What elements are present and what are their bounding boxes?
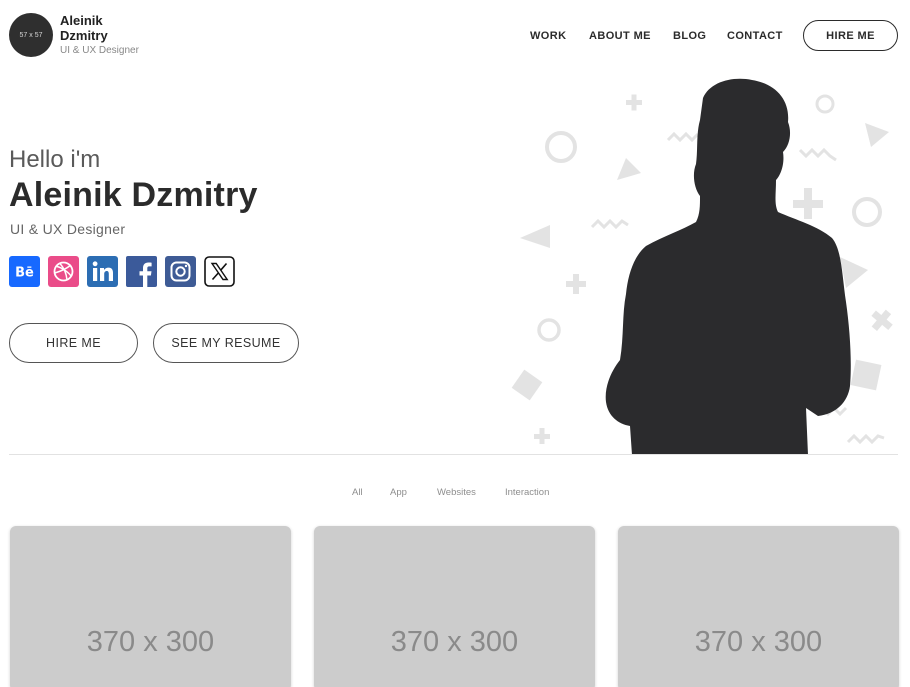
hero-role: UI & UX Designer xyxy=(10,221,126,237)
triangle-icon xyxy=(520,225,550,248)
social-links: Bē xyxy=(9,256,243,287)
nav-blog[interactable]: BLOG xyxy=(673,30,706,42)
svg-text:Bē: Bē xyxy=(15,266,34,281)
plus-icon xyxy=(626,94,642,111)
brand-subtitle: UI & UX Designer xyxy=(60,45,139,56)
x-icon[interactable] xyxy=(204,256,235,287)
logo-avatar[interactable]: 57 x 57 xyxy=(9,13,53,57)
filter-app[interactable]: App xyxy=(390,487,407,498)
card-placeholder-label: 370 x 300 xyxy=(390,626,519,658)
plus-icon xyxy=(871,309,893,331)
hire-me-nav-button[interactable]: HIRE ME xyxy=(803,20,898,51)
filter-all[interactable]: All xyxy=(352,487,363,498)
portfolio-card[interactable]: 370 x 300 xyxy=(618,526,899,687)
person-silhouette xyxy=(605,78,851,455)
plus-icon xyxy=(534,428,550,444)
square-icon xyxy=(850,359,882,391)
site-header: 57 x 57 Aleinik Dzmitry UI & UX Designer… xyxy=(0,0,910,72)
nav-about-me[interactable]: ABOUT ME xyxy=(589,30,651,42)
triangle-icon xyxy=(617,158,641,180)
hero-illustration xyxy=(511,78,893,455)
nav-work[interactable]: WORK xyxy=(530,30,566,42)
filter-websites[interactable]: Websites xyxy=(437,487,476,498)
portfolio-card[interactable]: 370 x 300 xyxy=(10,526,291,687)
square-icon xyxy=(511,369,543,401)
behance-icon[interactable]: Bē xyxy=(9,256,40,287)
hire-me-button[interactable]: HIRE ME xyxy=(9,323,138,363)
card-placeholder-label: 370 x 300 xyxy=(86,626,215,658)
nav-contact[interactable]: CONTACT xyxy=(727,30,783,42)
facebook-icon[interactable] xyxy=(126,256,157,287)
dribbble-icon[interactable] xyxy=(48,256,79,287)
triangle-icon xyxy=(840,257,868,288)
brand-name[interactable]: Aleinik Dzmitry xyxy=(60,13,130,43)
portfolio-card[interactable]: 370 x 300 xyxy=(314,526,595,687)
section-divider xyxy=(9,454,898,455)
filter-interaction[interactable]: Interaction xyxy=(505,487,549,498)
hero-greeting: Hello i'm xyxy=(9,146,101,173)
card-placeholder-label: 370 x 300 xyxy=(694,626,823,658)
plus-icon xyxy=(566,274,586,294)
linkedin-icon[interactable] xyxy=(87,256,118,287)
triangle-icon xyxy=(865,123,889,147)
plus-icon xyxy=(793,188,823,219)
instagram-icon[interactable] xyxy=(165,256,196,287)
hero-name: Aleinik Dzmitry xyxy=(9,176,258,214)
see-resume-button[interactable]: SEE MY RESUME xyxy=(153,323,299,363)
